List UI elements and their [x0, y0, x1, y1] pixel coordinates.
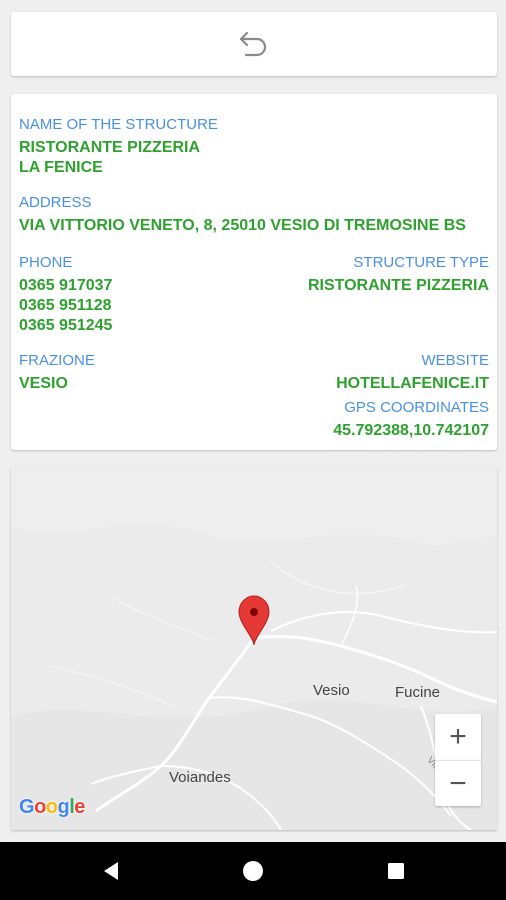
zoom-in-button[interactable]: + [435, 714, 481, 760]
square-recents-icon [388, 863, 404, 879]
triangle-back-icon [104, 862, 118, 880]
zoom-out-button[interactable]: − [435, 760, 481, 806]
undo-arrow-icon [239, 31, 267, 57]
google-logo: Google [19, 796, 85, 818]
phone-number-2[interactable]: 0365 951128 [19, 296, 112, 316]
map-roads [11, 466, 497, 830]
circle-home-icon [243, 861, 263, 881]
website-link[interactable]: HOTELLAFENICE.IT [336, 374, 489, 394]
back-button[interactable] [11, 12, 497, 76]
system-navigation-bar [0, 842, 506, 900]
place-label-vesio: Vesio [313, 682, 350, 699]
phone-number-3[interactable]: 0365 951245 [19, 316, 112, 336]
gps-label: GPS COORDINATES [344, 399, 489, 416]
phone-number-1[interactable]: 0365 917037 [19, 276, 112, 296]
structure-type-label: STRUCTURE TYPE [353, 254, 489, 271]
header-card [11, 12, 497, 76]
nav-back-button[interactable] [81, 842, 141, 900]
map-view[interactable]: Vesio Fucine Voiandes Via Fine + − Googl… [11, 466, 497, 830]
name-value-line2: LA FENICE [19, 159, 103, 176]
name-label: NAME OF THE STRUCTURE [19, 116, 218, 133]
structure-info-card: NAME OF THE STRUCTURE RISTORANTE PIZZERI… [11, 94, 497, 450]
frazione-value: VESIO [19, 375, 68, 392]
website-label: WEBSITE [421, 352, 489, 369]
frazione-label: FRAZIONE [19, 352, 95, 369]
nav-home-button[interactable] [223, 842, 283, 900]
structure-type-value: RISTORANTE PIZZERIA [307, 277, 489, 294]
address-label: ADDRESS [19, 194, 92, 211]
place-label-voiandes: Voiandes [169, 769, 231, 786]
phone-label: PHONE [19, 254, 73, 271]
gps-value: 45.792388,10.742107 [333, 422, 489, 439]
name-value-line1: RISTORANTE PIZZERIA [19, 139, 201, 156]
address-value: VIA VITTORIO VENETO, 8, 25010 VESIO DI T… [19, 217, 466, 234]
nav-recents-button[interactable] [366, 842, 426, 900]
place-label-fucine: Fucine [395, 684, 441, 701]
